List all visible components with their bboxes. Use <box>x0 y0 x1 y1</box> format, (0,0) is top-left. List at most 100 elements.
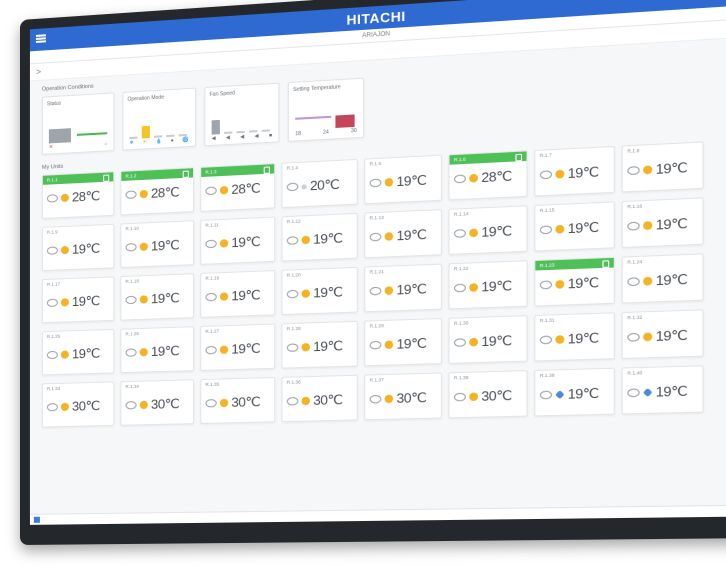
unit-card[interactable]: R.1.9 19℃ <box>41 223 115 272</box>
unit-card[interactable]: R.1.14 19℃ <box>448 205 528 255</box>
unit-status: 19℃ <box>539 330 609 349</box>
fan-speed-label: Fan Speed <box>209 90 235 98</box>
status-on-icon[interactable]: ○ <box>104 141 107 147</box>
status-bar-off <box>48 128 71 144</box>
unit-card[interactable]: R.1.26 19℃ <box>120 326 195 374</box>
fan-icon <box>205 399 217 408</box>
fan-speed-1-icon[interactable]: ◀ <box>212 135 216 141</box>
unit-card[interactable]: R.1.4 20℃ <box>281 158 358 209</box>
unit-card[interactable]: R.1.29 19℃ <box>364 317 442 367</box>
unit-card[interactable]: R.1.6 28℃ <box>448 150 528 201</box>
unit-temperature: 19℃ <box>313 284 343 301</box>
fan-icon <box>453 174 466 184</box>
unit-card[interactable]: R.1.39 19℃ <box>534 367 615 417</box>
unit-status: 19℃ <box>46 240 109 259</box>
fan-icon <box>539 280 553 290</box>
unit-card[interactable]: R.1.5 19℃ <box>364 154 442 205</box>
unit-card[interactable]: R.1.2 28℃ <box>120 167 195 216</box>
unit-card[interactable]: R.1.36 30℃ <box>281 374 358 423</box>
unit-name: R.1.13 <box>369 214 384 221</box>
fan-icon <box>125 295 137 305</box>
unit-temperature: 19℃ <box>150 290 180 307</box>
unit-card[interactable]: R.1.12 19℃ <box>281 212 358 262</box>
unit-card[interactable]: R.1.18 19℃ <box>120 273 195 321</box>
dry-mode-icon[interactable]: 💧 <box>156 138 162 144</box>
fan-mode-icon[interactable]: ● <box>171 138 174 144</box>
unit-name: R.1.24 <box>627 258 643 265</box>
fan-icon <box>205 239 217 249</box>
unit-status: 19℃ <box>125 237 188 256</box>
unit-card[interactable]: R.1.16 19℃ <box>621 197 704 249</box>
expand-arrow-icon[interactable]: > <box>36 67 41 77</box>
unit-card[interactable]: R.1.15 19℃ <box>534 201 615 252</box>
unit-card[interactable]: R.1.17 19℃ <box>41 276 115 324</box>
fan-speed-2-icon[interactable]: ◀ <box>226 135 230 141</box>
unit-card[interactable]: R.1.30 19℃ <box>448 315 528 364</box>
unit-temperature: 30℃ <box>231 393 261 410</box>
status-card[interactable]: Status ✕ ○ <box>41 92 115 155</box>
unit-name: R.1.31 <box>539 317 555 324</box>
unit-temperature: 19℃ <box>231 340 261 357</box>
setting-temperature-card[interactable]: Setting Temperature 18 24 30 <box>287 77 365 142</box>
unit-temperature: 19℃ <box>655 159 688 178</box>
unit-card[interactable]: R.1.8 19℃ <box>621 141 704 193</box>
unit-card[interactable]: R.1.31 19℃ <box>534 312 615 362</box>
operation-mode-card[interactable]: Operation Mode ❄ ☀ 💧 ● 🌀 <box>122 87 197 151</box>
unit-card[interactable]: R.1.33 30℃ <box>41 381 115 428</box>
heat-mode-icon <box>469 228 479 238</box>
unit-card[interactable]: R.1.22 19℃ <box>448 260 528 310</box>
unit-card[interactable]: R.1.20 19℃ <box>281 266 358 316</box>
unit-temperature: 19℃ <box>396 172 427 190</box>
unit-temperature: 30℃ <box>396 389 427 406</box>
unit-card[interactable]: R.1.34 30℃ <box>120 379 195 426</box>
unit-card[interactable]: R.1.10 19℃ <box>120 220 195 268</box>
monitor-frame: HITACHI ARIAJON > Operation Conditions S… <box>20 0 726 545</box>
unit-temperature: 19℃ <box>481 277 512 295</box>
unit-temperature: 19℃ <box>481 332 512 350</box>
cool-mode-icon[interactable]: ❄ <box>130 140 134 146</box>
unit-card[interactable]: R.1.28 19℃ <box>281 320 358 369</box>
fan-speed-3-icon[interactable]: ◀ <box>240 134 244 140</box>
unit-name: R.1.21 <box>369 268 384 275</box>
unit-temperature: 19℃ <box>231 233 261 251</box>
heat-mode-icon <box>301 343 310 352</box>
unit-card[interactable]: R.1.35 30℃ <box>200 377 276 424</box>
unit-status: 19℃ <box>627 327 698 346</box>
unit-name: R.1.8 <box>627 147 640 154</box>
heat-mode-icon[interactable]: ☀ <box>142 139 147 145</box>
unit-card[interactable]: R.1.19 19℃ <box>200 270 276 318</box>
unit-card[interactable]: R.1.24 19℃ <box>621 253 704 304</box>
unit-card[interactable]: R.1.32 19℃ <box>621 309 704 359</box>
unit-card[interactable]: R.1.38 30℃ <box>448 370 528 419</box>
auto-mode-icon[interactable]: 🌀 <box>182 137 188 143</box>
status-off-icon[interactable]: ✕ <box>49 144 53 150</box>
start-menu-icon[interactable] <box>33 516 40 523</box>
unit-card[interactable]: R.1.13 19℃ <box>364 209 442 259</box>
fan-speed-card[interactable]: Fan Speed ◀ ◀ ◀ ◀ ■ <box>204 82 280 147</box>
unit-status: 28℃ <box>453 167 522 187</box>
status-on-line <box>76 132 108 136</box>
fan-speed-5-icon[interactable]: ■ <box>269 132 272 138</box>
unit-temperature: 19℃ <box>150 237 180 254</box>
unit-status: 30℃ <box>369 389 437 407</box>
unit-card[interactable]: R.1.7 19℃ <box>534 145 615 197</box>
unit-card[interactable]: R.1.23 19℃ <box>534 256 615 307</box>
unit-card[interactable]: R.1.27 19℃ <box>200 323 276 371</box>
unit-status: 19℃ <box>627 271 698 291</box>
unit-name: R.1.18 <box>125 278 139 284</box>
unit-name: R.1.34 <box>125 383 139 390</box>
unit-card[interactable]: R.1.1 28℃ <box>41 171 115 220</box>
unit-card[interactable]: R.1.11 19℃ <box>200 216 276 265</box>
unit-status: 30℃ <box>125 396 188 414</box>
unit-card[interactable]: R.1.25 19℃ <box>41 328 115 376</box>
heat-mode-icon <box>219 345 229 354</box>
unit-card[interactable]: R.1.21 19℃ <box>364 263 442 313</box>
unit-card[interactable]: R.1.40 19℃ <box>621 365 704 415</box>
fan-speed-4-icon[interactable]: ◀ <box>254 133 258 139</box>
unit-card[interactable]: R.1.3 28℃ <box>200 163 276 212</box>
unit-temperature: 19℃ <box>655 382 688 400</box>
unit-temperature: 19℃ <box>396 226 427 244</box>
unit-card[interactable]: R.1.37 30℃ <box>364 372 442 421</box>
status-card-label: Status <box>46 100 62 108</box>
fan-icon <box>627 332 640 342</box>
